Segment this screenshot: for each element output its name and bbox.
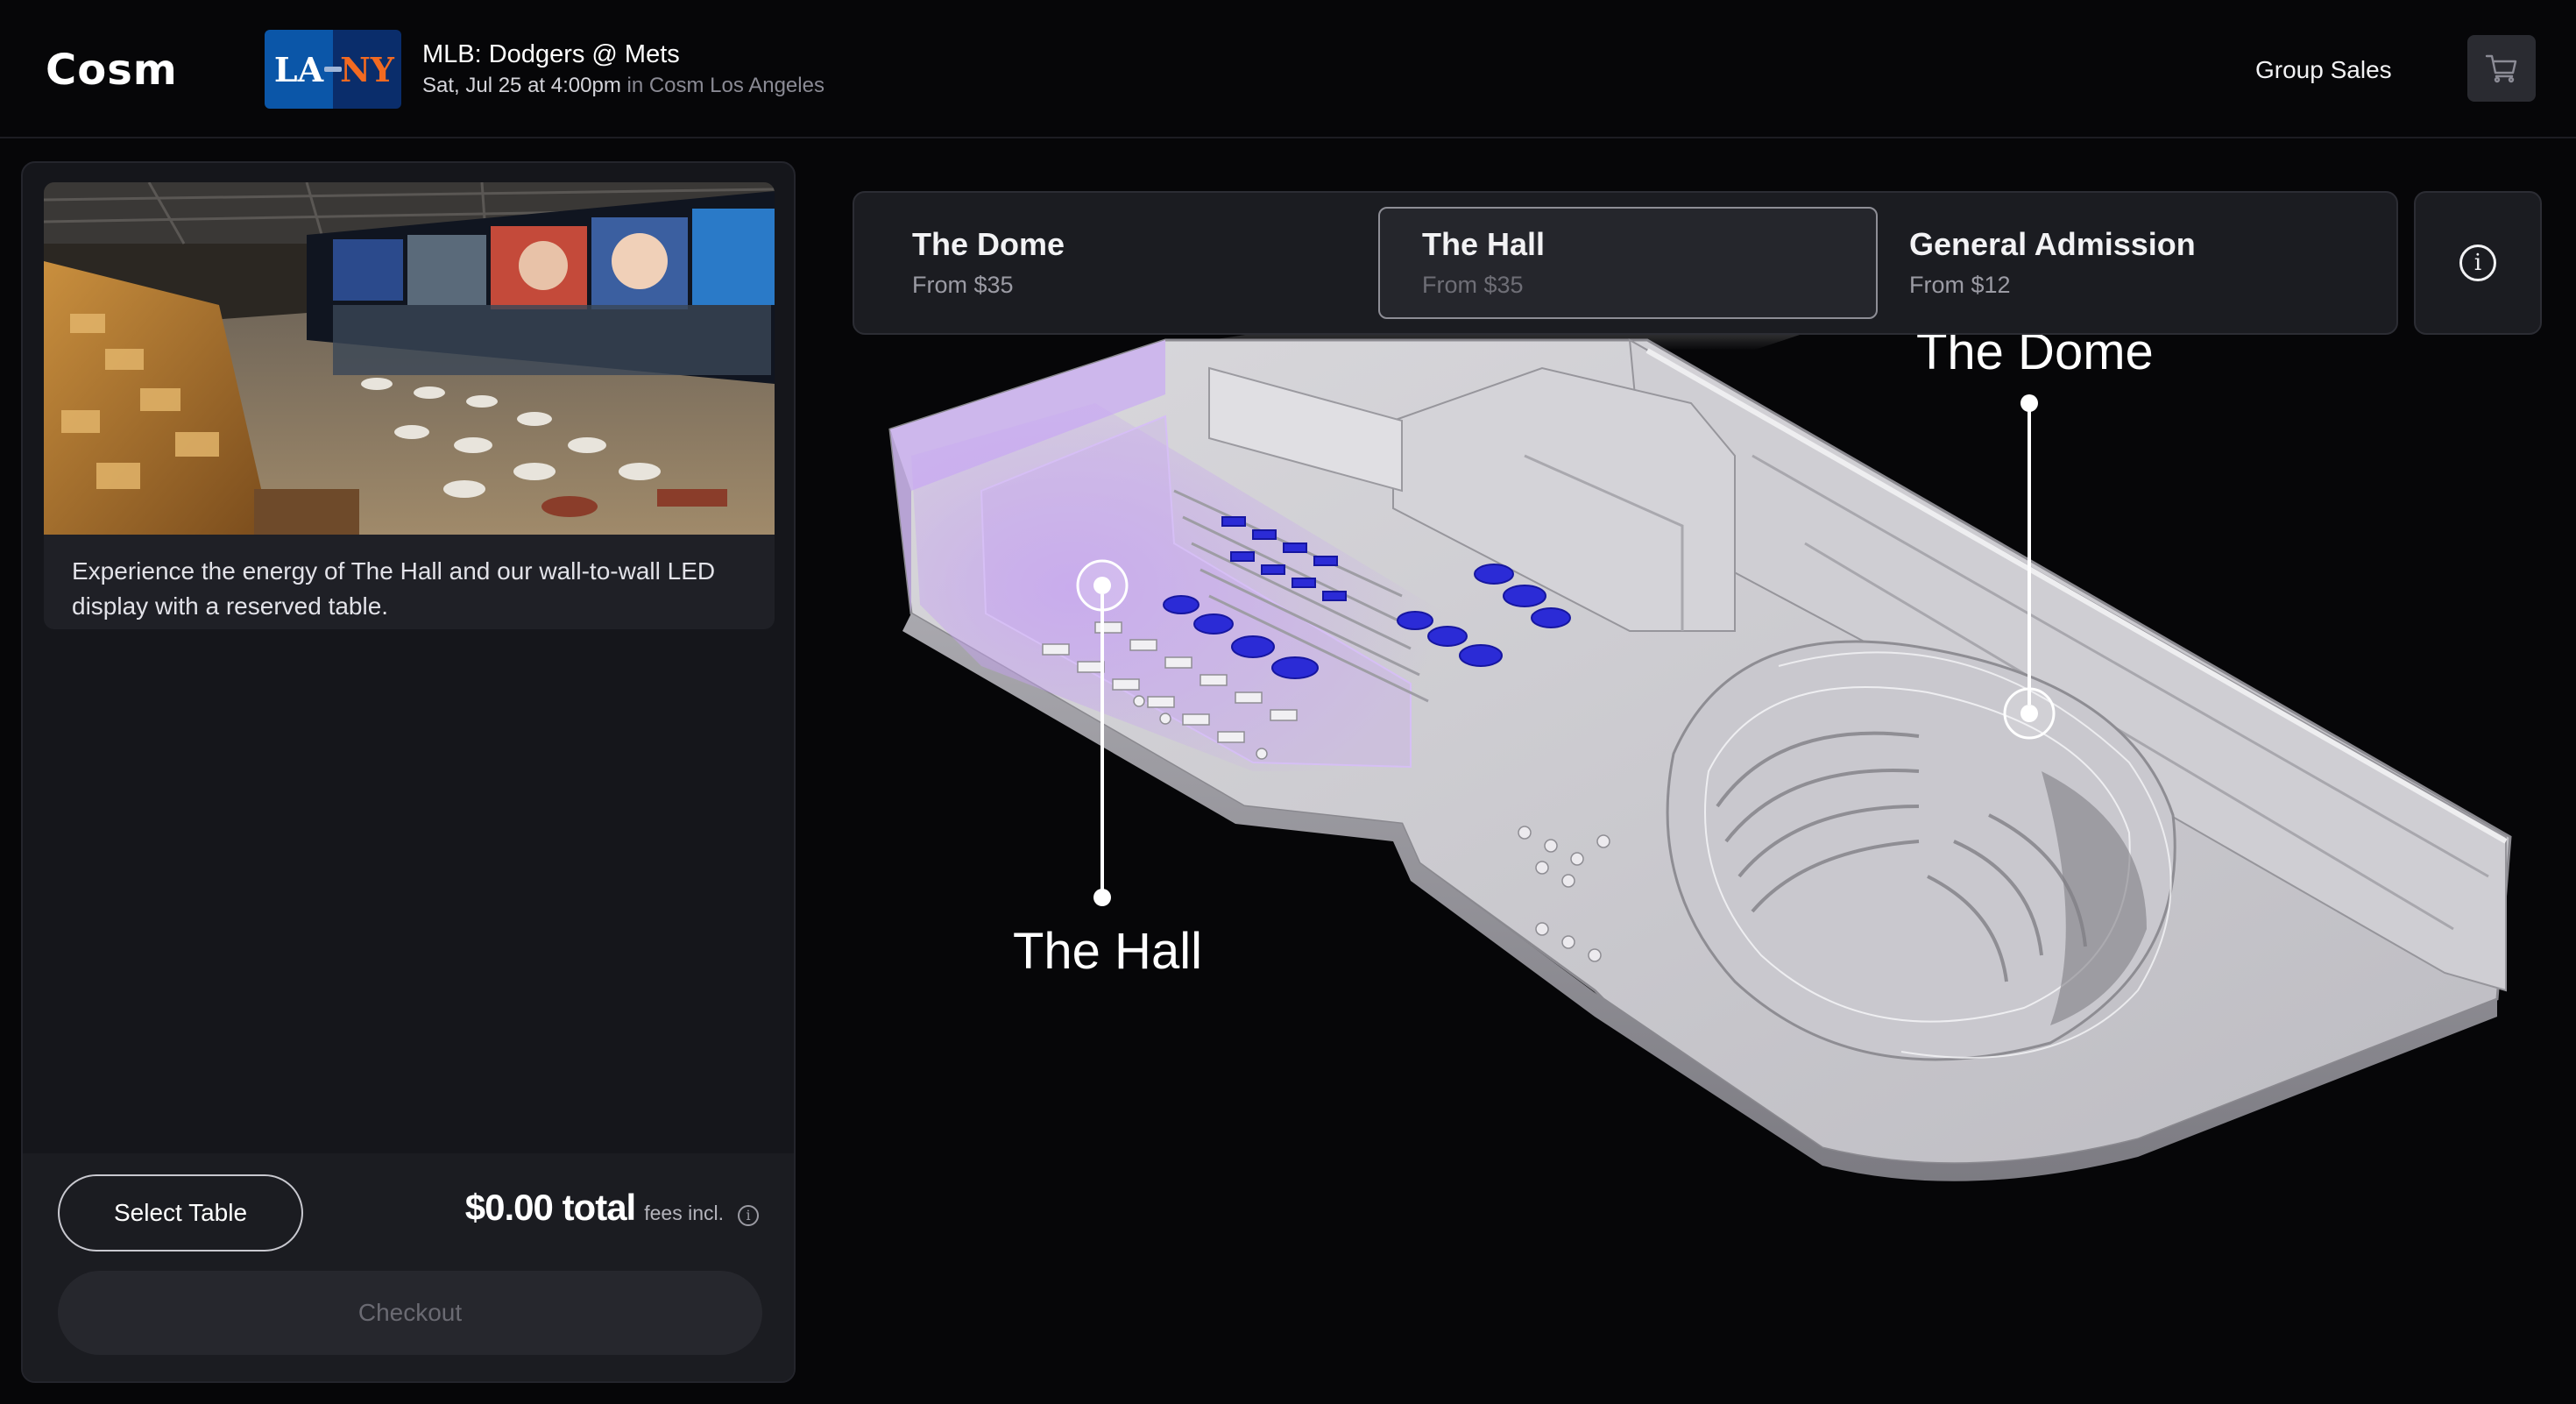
tab-label: General Admission xyxy=(1909,226,2196,262)
tab-price: From $12 xyxy=(1909,272,2011,298)
tab-the-hall[interactable]: The Hall From $35 xyxy=(1378,207,1878,319)
event-details: Sat, Jul 25 at 4:00pm in Cosm Los Angele… xyxy=(422,74,824,98)
cart-button[interactable] xyxy=(2467,35,2536,102)
fees-included-label: fees incl. xyxy=(644,1202,724,1224)
tab-the-dome[interactable]: The Dome From $35 xyxy=(854,193,1371,333)
info-icon: i xyxy=(2459,245,2496,281)
tab-price: From $35 xyxy=(912,272,1014,298)
tab-general-admission[interactable]: General Admission From $12 xyxy=(1888,193,2379,333)
tab-price: From $35 xyxy=(1422,272,1524,298)
dodgers-logo: LA xyxy=(265,30,333,109)
tab-label: The Dome xyxy=(912,226,1065,262)
order-total: $0.00 total fees incl. i xyxy=(465,1187,759,1229)
shopping-cart-icon xyxy=(2485,54,2517,83)
mets-logo: NY xyxy=(333,30,401,109)
matchup-separator xyxy=(324,67,342,72)
group-sales-link[interactable]: Group Sales xyxy=(2255,56,2392,84)
section-info-card: Experience the energy of The Hall and ou… xyxy=(44,182,775,629)
fees-info-icon[interactable]: i xyxy=(738,1205,759,1226)
hall-venue-photo xyxy=(44,182,775,535)
event-title: MLB: Dodgers @ Mets xyxy=(422,40,680,68)
section-details-panel: Experience the energy of The Hall and ou… xyxy=(21,161,796,1383)
team-matchup-badge: LA NY xyxy=(265,30,401,109)
cosm-logo[interactable]: Cosm xyxy=(46,46,178,95)
checkout-button[interactable]: Checkout xyxy=(58,1271,762,1355)
venue-info-button[interactable]: i xyxy=(2414,191,2542,335)
section-tabs: The Dome From $35 The Hall From $35 Gene… xyxy=(853,191,2398,335)
section-description: Experience the energy of The Hall and ou… xyxy=(72,557,716,620)
top-header: Cosm LA NY MLB: Dodgers @ Mets Sat, Jul … xyxy=(0,0,2576,138)
tab-label: The Hall xyxy=(1422,226,1546,262)
select-table-button[interactable]: Select Table xyxy=(58,1174,303,1252)
checkout-footer: Select Table $0.00 total fees incl. i Ch… xyxy=(23,1153,794,1381)
hall-map-label[interactable]: The Hall xyxy=(1013,922,1202,981)
event-datetime: Sat, Jul 25 at 4:00pm xyxy=(422,74,621,97)
total-amount: $0.00 total xyxy=(464,1187,636,1228)
event-location: in Cosm Los Angeles xyxy=(626,74,824,97)
